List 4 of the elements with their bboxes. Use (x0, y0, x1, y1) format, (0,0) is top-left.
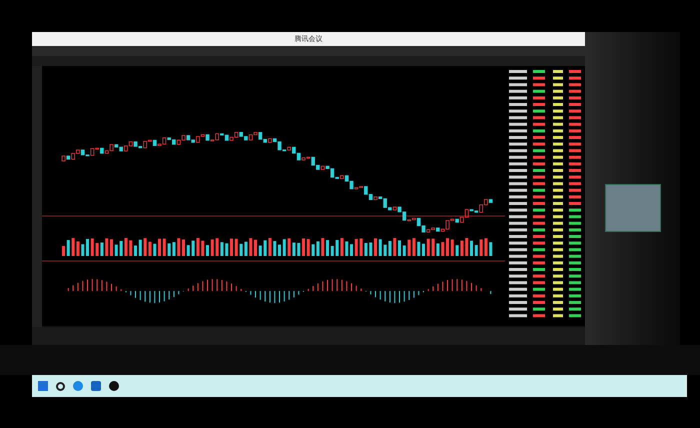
search-icon[interactable] (56, 382, 65, 390)
video-tile-placeholder (604, 184, 660, 232)
browser-icon[interactable] (73, 381, 83, 391)
start-icon[interactable] (38, 381, 48, 391)
